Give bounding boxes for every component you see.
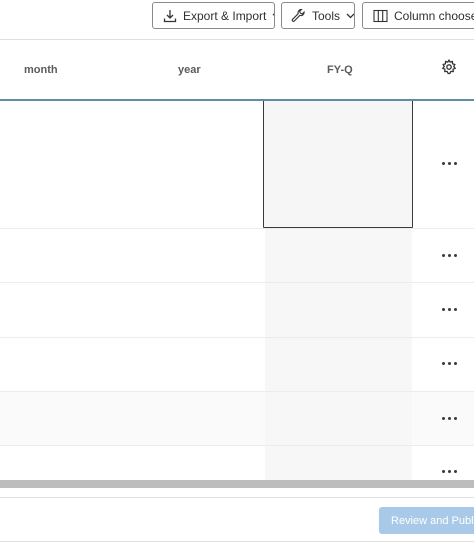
fy-q-cell[interactable]	[265, 392, 412, 445]
table-row[interactable]	[0, 338, 474, 392]
table-header: month year FY-Q	[0, 40, 474, 100]
download-icon	[163, 9, 177, 22]
wrench-icon	[291, 8, 305, 22]
fy-q-cell[interactable]	[265, 338, 412, 391]
fy-q-cell-selected[interactable]	[263, 101, 413, 228]
columns-icon	[373, 9, 388, 22]
column-header-fy-q[interactable]: FY-Q	[327, 64, 353, 76]
table-view: Export & Import Tools Column chooser mon…	[0, 0, 474, 556]
review-and-publish-button[interactable]: Review and Publish	[379, 507, 474, 534]
table-row[interactable]	[0, 446, 474, 481]
review-and-publish-label: Review and Publish	[391, 514, 474, 527]
row-actions-icon[interactable]	[442, 308, 458, 312]
export-import-button[interactable]: Export & Import	[152, 2, 275, 29]
row-actions-icon[interactable]	[442, 470, 458, 474]
row-actions-icon[interactable]	[442, 417, 458, 421]
fy-q-cell[interactable]	[265, 229, 412, 282]
column-chooser-label: Column chooser	[394, 8, 474, 23]
fy-q-cell[interactable]	[265, 283, 412, 337]
column-header-year[interactable]: year	[178, 64, 201, 76]
row-actions-icon[interactable]	[442, 362, 458, 366]
column-header-month[interactable]: month	[24, 64, 58, 76]
horizontal-scrollbar[interactable]	[0, 480, 474, 488]
table-row[interactable]	[0, 229, 474, 283]
export-import-label: Export & Import	[183, 8, 267, 23]
row-actions-icon[interactable]	[442, 254, 458, 258]
table-row[interactable]	[0, 392, 474, 446]
table-body	[0, 101, 474, 481]
footer-bottom-divider	[0, 541, 474, 542]
table-row[interactable]	[0, 101, 474, 229]
chevron-down-icon	[272, 13, 274, 16]
chevron-down-icon	[346, 13, 354, 18]
footer-divider	[0, 497, 474, 498]
column-chooser-button[interactable]: Column chooser	[362, 2, 474, 29]
gear-icon[interactable]	[441, 59, 457, 75]
row-actions-icon[interactable]	[442, 162, 458, 166]
table-row[interactable]	[0, 283, 474, 338]
tools-label: Tools	[312, 8, 341, 23]
fy-q-cell[interactable]	[265, 446, 412, 481]
tools-button[interactable]: Tools	[281, 2, 355, 29]
toolbar: Export & Import Tools Column chooser	[0, 0, 474, 40]
